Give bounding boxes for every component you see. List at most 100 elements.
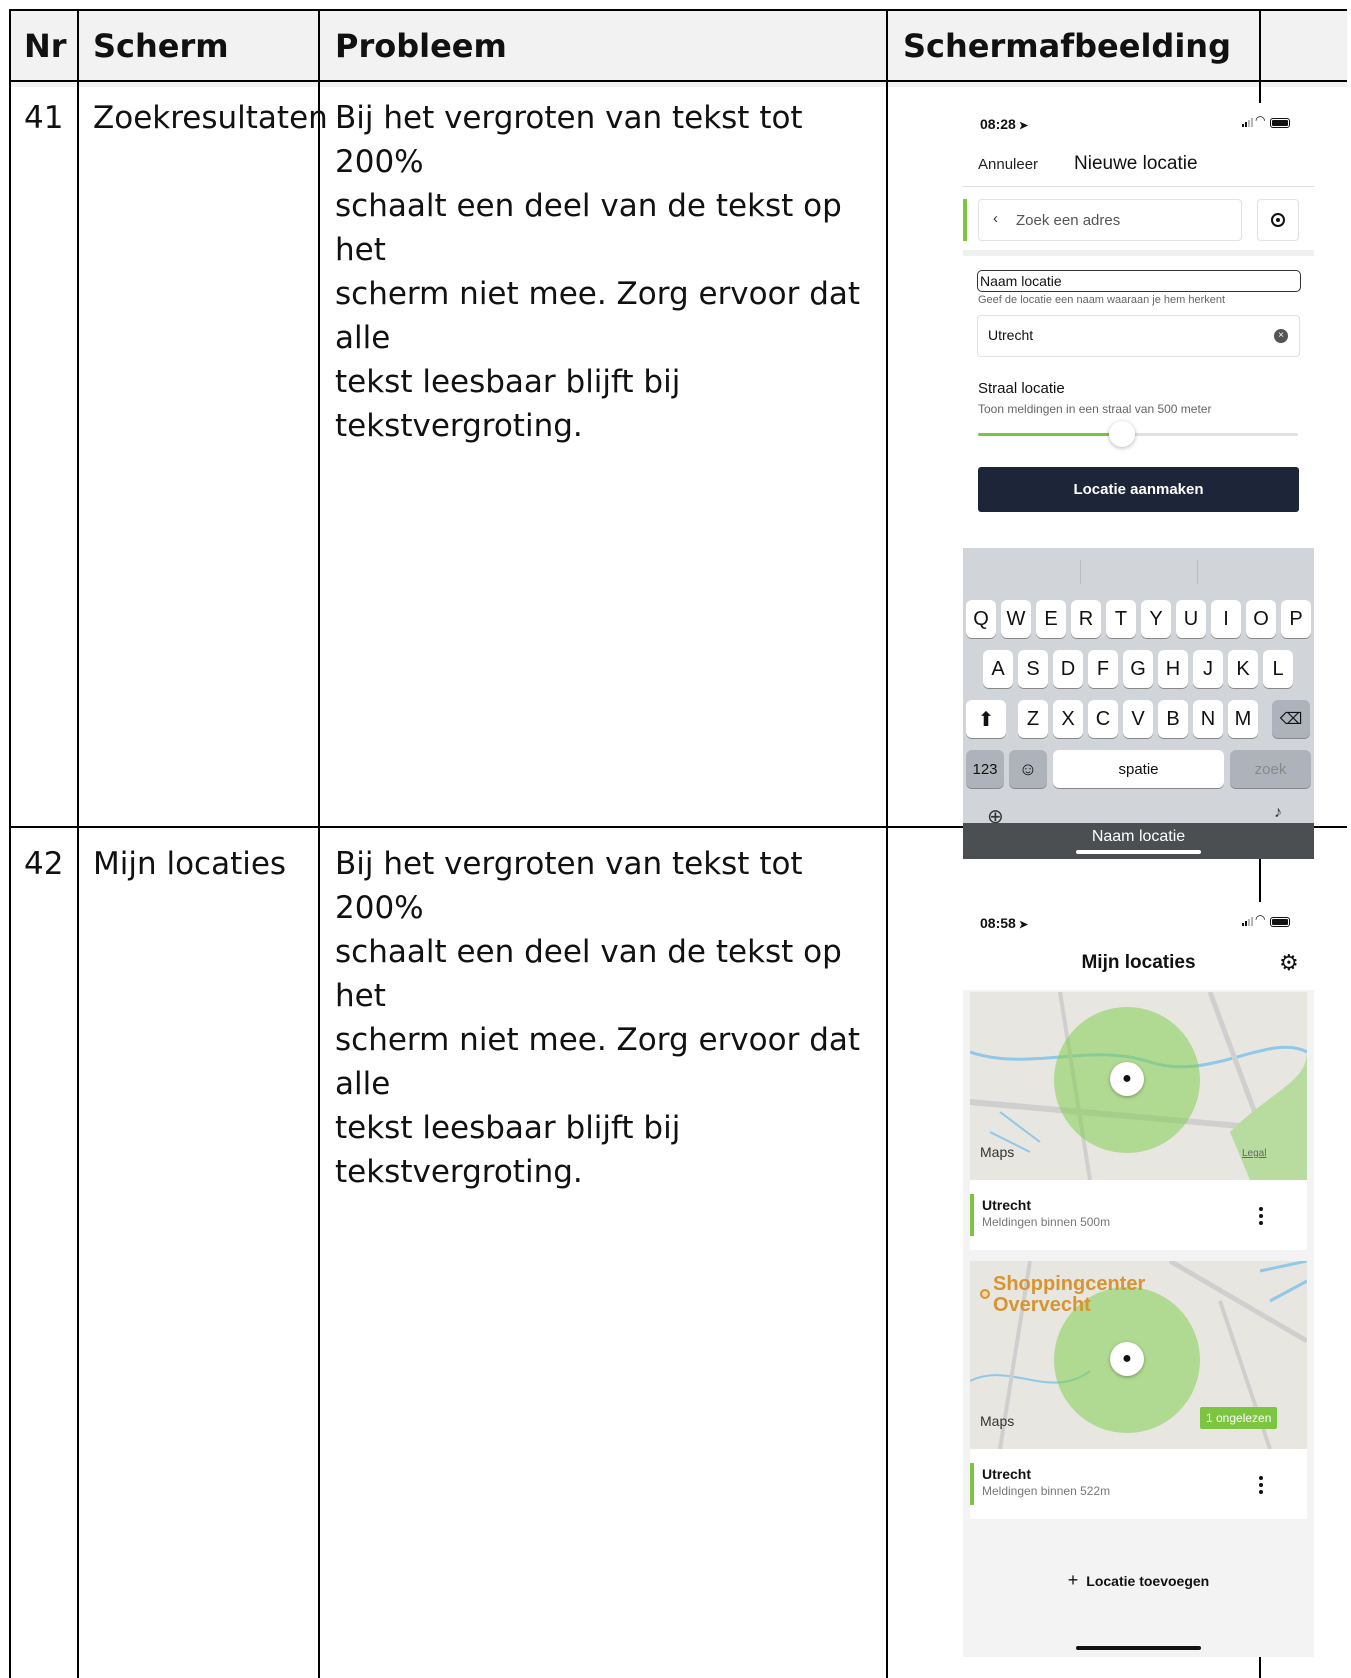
space-key[interactable]: spatie: [1053, 750, 1224, 788]
key[interactable]: J: [1193, 650, 1223, 688]
microphone-icon[interactable]: ♪: [1274, 804, 1282, 822]
name-label-focus: Naam locatie: [977, 270, 1301, 292]
key[interactable]: K: [1228, 650, 1258, 688]
key[interactable]: T: [1106, 600, 1136, 638]
key[interactable]: M: [1228, 700, 1258, 738]
column-divider-3: [886, 9, 888, 1678]
location-map[interactable]: ● Maps Legal: [970, 992, 1307, 1180]
battery-icon: [1270, 118, 1290, 128]
key[interactable]: G: [1123, 650, 1153, 688]
add-location-button[interactable]: + Locatie toevoegen: [963, 1570, 1314, 1591]
table-border-left: [9, 9, 11, 1678]
key[interactable]: E: [1036, 600, 1066, 638]
map-poi-label: Shoppingcenter Overvecht: [993, 1273, 1146, 1316]
suggestion-divider: [1080, 560, 1081, 584]
screenshot-mijn-locaties: 08:58➤ ◠ Mijn locaties ⚙ ● Maps Legal U…: [963, 902, 1314, 1657]
key[interactable]: N: [1193, 700, 1223, 738]
location-card-accent: [970, 1463, 974, 1505]
location-card-accent: [970, 1194, 974, 1236]
name-field[interactable]: Utrecht ×: [977, 315, 1300, 357]
status-time: 08:28 ➤: [980, 116, 1029, 132]
table-header-divider: [9, 80, 1347, 82]
search-placeholder: Zoek een adres: [1016, 212, 1121, 229]
voiceover-caption-bar: Naam locatie: [963, 823, 1314, 859]
key[interactable]: L: [1263, 650, 1293, 688]
key[interactable]: X: [1053, 700, 1083, 738]
emoji-icon: ☺: [1018, 758, 1038, 779]
shift-key[interactable]: ⬆: [966, 700, 1006, 738]
radius-hint: Toon meldingen in een straal van 500 met…: [978, 402, 1212, 416]
location-card[interactable]: Utrecht Meldingen binnen 522m: [970, 1449, 1307, 1519]
wifi-icon: ◠: [1255, 113, 1266, 127]
key[interactable]: R: [1071, 600, 1101, 638]
voiceover-caption: Naam locatie: [1091, 828, 1186, 845]
probleem-line: schaalt een deel van de tekst op het: [335, 188, 842, 268]
row-nr: 41: [24, 100, 64, 136]
create-location-button[interactable]: Locatie aanmaken: [978, 467, 1299, 512]
backspace-icon: ⌫: [1279, 711, 1303, 728]
probleem-line: scherm niet mee. Zorg ervoor dat alle: [335, 1022, 861, 1102]
keyboard: Q W E R T Y U I O P A S D F G H J K L ⬆ …: [963, 548, 1314, 859]
radius-label: Straal locatie: [978, 380, 1065, 397]
radius-slider[interactable]: [978, 421, 1298, 447]
location-card[interactable]: Utrecht Meldingen binnen 500m: [970, 1180, 1307, 1250]
suggestion-divider: [1197, 560, 1198, 584]
settings-gear-icon[interactable]: ⚙: [1279, 950, 1299, 976]
key[interactable]: O: [1246, 600, 1276, 638]
unread-badge: 1 ongelezen: [1200, 1407, 1278, 1429]
crosshair-icon: [1271, 213, 1285, 227]
cancel-button[interactable]: Annuleer: [978, 156, 1038, 173]
probleem-line: tekst leesbaar blijft bij tekstvergrotin…: [335, 364, 681, 444]
header-probleem: Probleem: [335, 27, 507, 65]
header-schermafbeelding: Schermafbeelding: [903, 27, 1231, 65]
cellular-signal-icon: [1242, 917, 1253, 926]
emoji-key[interactable]: ☺: [1009, 750, 1047, 788]
key[interactable]: C: [1088, 700, 1118, 738]
current-location-button[interactable]: [1257, 199, 1299, 241]
probleem-line: Bij het vergroten van tekst tot 200%: [335, 846, 803, 926]
wifi-icon: ◠: [1255, 912, 1266, 926]
key[interactable]: S: [1018, 650, 1048, 688]
key[interactable]: D: [1053, 650, 1083, 688]
key[interactable]: Z: [1018, 700, 1048, 738]
battery-icon: [1270, 917, 1290, 927]
key[interactable]: H: [1158, 650, 1188, 688]
key[interactable]: A: [983, 650, 1013, 688]
row-probleem: Bij het vergroten van tekst tot 200% sch…: [335, 96, 883, 448]
table-border-top: [9, 9, 1347, 11]
home-indicator: [1076, 1646, 1201, 1650]
header-divider: [963, 186, 1314, 187]
location-subtitle: Meldingen binnen 522m: [982, 1484, 1111, 1498]
key[interactable]: Q: [966, 600, 996, 638]
shopping-poi-icon: [980, 1289, 990, 1299]
status-time: 08:58 ➤: [980, 915, 1029, 931]
key[interactable]: Y: [1141, 600, 1171, 638]
delete-key[interactable]: ⌫: [1272, 700, 1310, 738]
key[interactable]: B: [1158, 700, 1188, 738]
clear-input-icon[interactable]: ×: [1274, 329, 1288, 343]
key[interactable]: I: [1211, 600, 1241, 638]
page-title: Mijn locaties: [1081, 952, 1196, 973]
key[interactable]: U: [1176, 600, 1206, 638]
back-chevron-icon[interactable]: ‹: [993, 210, 998, 227]
search-input[interactable]: ‹ Zoek een adres: [978, 199, 1242, 241]
search-accent-bar: [963, 199, 967, 241]
more-options-icon[interactable]: [1259, 1476, 1263, 1494]
screenshot-nieuwe-locatie: 08:28 ➤ ◠ Annuleer Nieuwe locatie ‹ Zoek …: [963, 103, 1314, 859]
numbers-key[interactable]: 123: [966, 750, 1004, 788]
apple-maps-logo: Maps: [980, 1413, 1015, 1429]
map-legal-link[interactable]: Legal: [1242, 1148, 1266, 1159]
key[interactable]: V: [1123, 700, 1153, 738]
column-divider-2: [318, 9, 320, 1678]
more-options-icon[interactable]: [1259, 1207, 1263, 1225]
key[interactable]: W: [1001, 600, 1031, 638]
key[interactable]: F: [1088, 650, 1118, 688]
radius-slider-fill: [978, 433, 1122, 436]
location-pin-icon: ●: [1110, 1342, 1144, 1376]
apple-maps-logo: Maps: [980, 1144, 1015, 1160]
key[interactable]: P: [1281, 600, 1311, 638]
location-map[interactable]: ● Shoppingcenter Overvecht Maps 1 ongel…: [970, 1261, 1307, 1449]
search-key[interactable]: zoek: [1230, 750, 1311, 788]
radius-slider-thumb[interactable]: [1109, 421, 1135, 447]
home-indicator: [1076, 850, 1201, 854]
